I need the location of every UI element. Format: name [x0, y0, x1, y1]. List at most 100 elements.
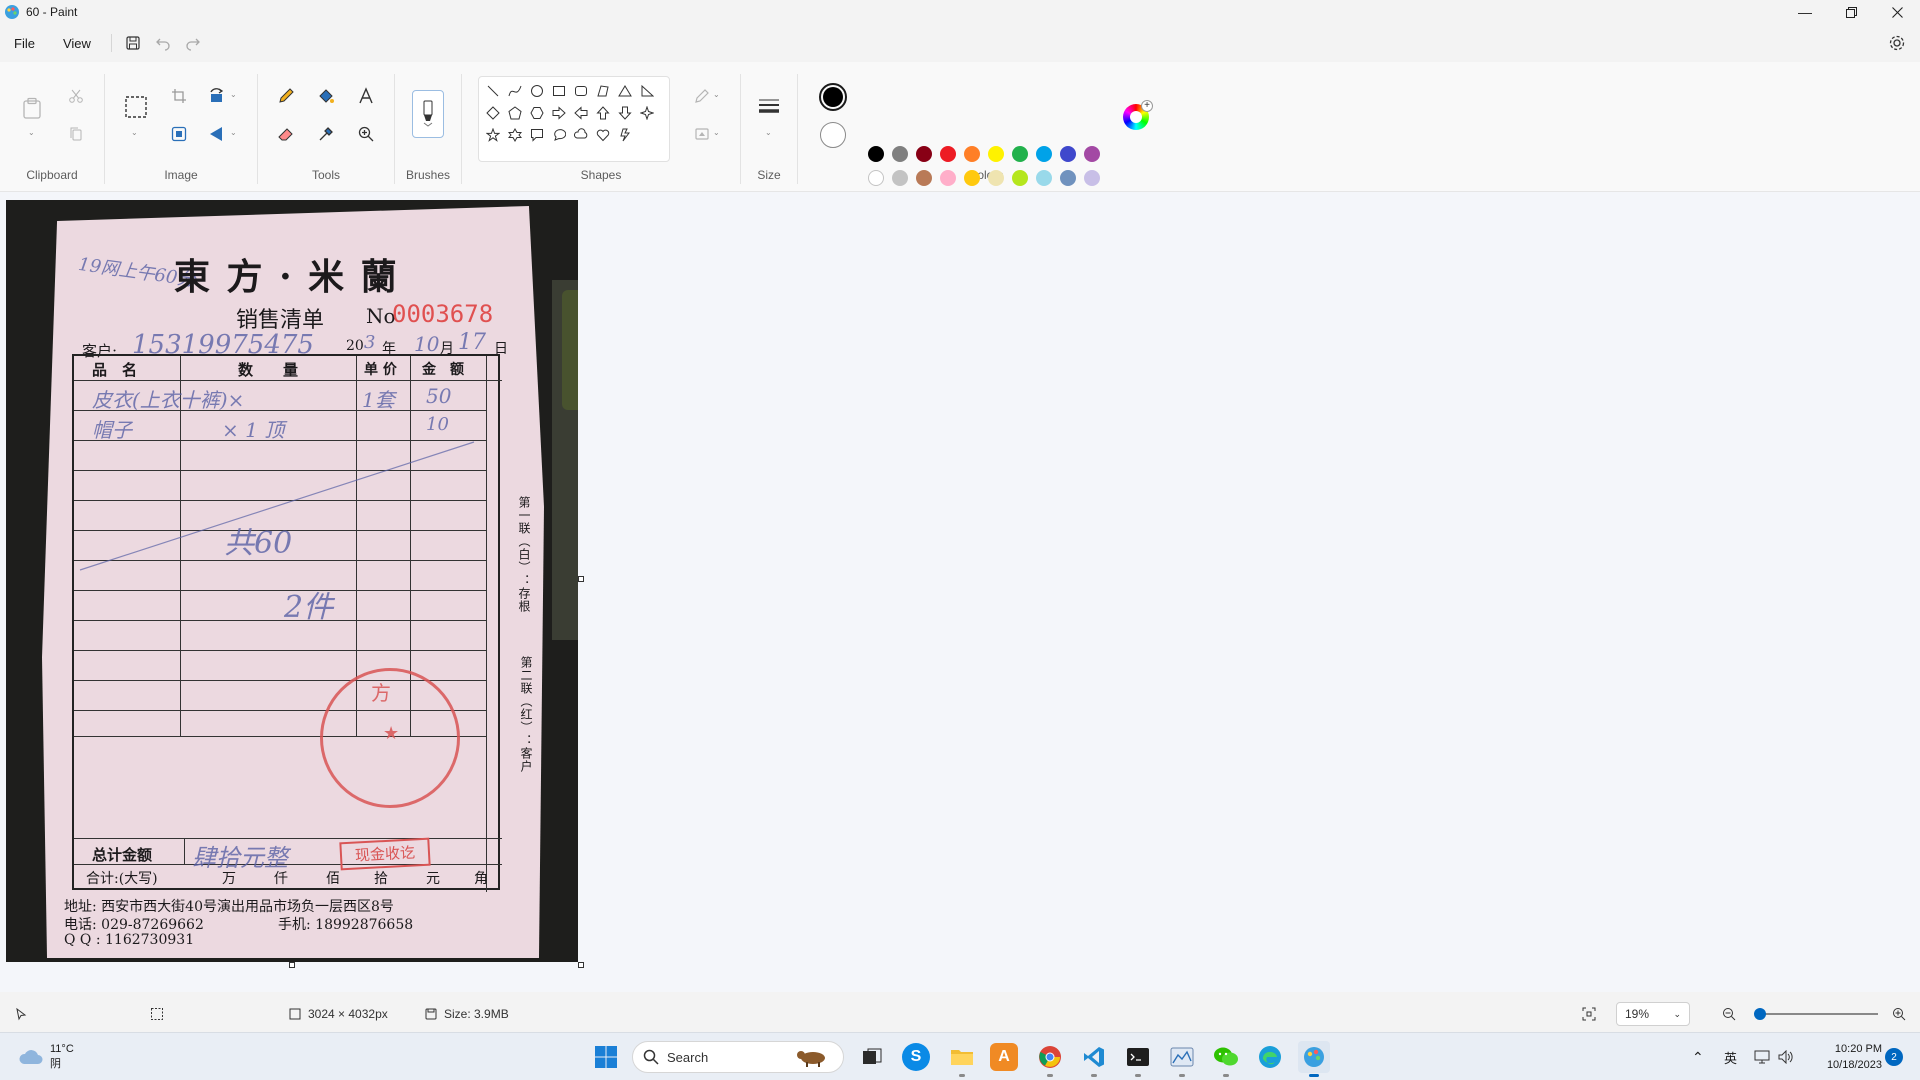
rectangular-callout-shape-button[interactable]	[527, 125, 547, 145]
polygon-shape-button[interactable]	[593, 81, 613, 101]
chrome-app[interactable]	[1034, 1041, 1066, 1077]
lightning-shape-button[interactable]	[615, 125, 635, 145]
outline-dropdown-chevron-icon[interactable]: ⌄	[713, 90, 720, 99]
six-point-star-shape-button[interactable]	[505, 125, 525, 145]
paste-button[interactable]	[18, 94, 46, 122]
canvas-resize-handle-corner[interactable]	[578, 962, 584, 968]
zoom-slider-thumb[interactable]	[1754, 1008, 1766, 1020]
close-button[interactable]	[1874, 0, 1920, 24]
clock[interactable]: 10:20 PM 10/18/2023	[1812, 1041, 1882, 1073]
up-arrow-shape-button[interactable]	[593, 103, 613, 123]
text-button[interactable]	[352, 82, 380, 110]
cut-button[interactable]	[62, 82, 90, 110]
system-tray-icons[interactable]	[1754, 1033, 1794, 1080]
color-swatch[interactable]	[1084, 170, 1100, 186]
oval-callout-shape-button[interactable]	[549, 125, 569, 145]
paste-dropdown-chevron-icon[interactable]: ⌄	[28, 128, 35, 137]
weather-widget[interactable]: 11°C 阴	[18, 1033, 74, 1080]
crop-button[interactable]	[165, 82, 193, 110]
minimize-button[interactable]: —	[1782, 0, 1828, 24]
hexagon-shape-button[interactable]	[527, 103, 547, 123]
color-swatch[interactable]	[916, 170, 932, 186]
task-view-button[interactable]	[856, 1041, 888, 1073]
menu-file[interactable]: File	[0, 29, 49, 57]
eraser-button[interactable]	[272, 120, 300, 148]
flip-dropdown-chevron-icon[interactable]: ⌄	[230, 128, 237, 137]
line-shape-button[interactable]	[483, 81, 503, 101]
triangle-shape-button[interactable]	[615, 81, 635, 101]
zoom-dropdown[interactable]: 19% ⌄	[1616, 1002, 1690, 1026]
color-swatch[interactable]	[1084, 146, 1100, 162]
color-swatch[interactable]	[916, 146, 932, 162]
cloud-callout-shape-button[interactable]	[571, 125, 591, 145]
color-swatch[interactable]	[1036, 146, 1052, 162]
oval-shape-button[interactable]	[527, 81, 547, 101]
color-swatch[interactable]	[1012, 146, 1028, 162]
color-swatch[interactable]	[988, 146, 1004, 162]
system-monitor-app[interactable]	[1166, 1041, 1198, 1077]
fill-style-dropdown-chevron-icon[interactable]: ⌄	[713, 128, 720, 137]
heart-shape-button[interactable]	[593, 125, 613, 145]
canvas-resize-handle-right[interactable]	[578, 576, 584, 582]
restore-button[interactable]	[1828, 0, 1874, 24]
input-method-indicator[interactable]: 英	[1724, 1033, 1737, 1080]
color-swatch[interactable]	[1036, 170, 1052, 186]
color-swatch[interactable]	[892, 170, 908, 186]
color-swatch[interactable]	[1060, 170, 1076, 186]
color-swatch[interactable]	[940, 170, 956, 186]
size-button[interactable]	[755, 92, 783, 120]
primary-color-swatch[interactable]	[819, 83, 847, 111]
color-swatch[interactable]	[868, 146, 884, 162]
rounded-rectangle-shape-button[interactable]	[571, 81, 591, 101]
size-dropdown-chevron-icon[interactable]: ⌄	[765, 128, 772, 137]
copy-button[interactable]	[62, 120, 90, 148]
color-swatch[interactable]	[988, 170, 1004, 186]
color-swatch[interactable]	[868, 170, 884, 186]
right-arrow-shape-button[interactable]	[549, 103, 569, 123]
secondary-color-swatch[interactable]	[820, 122, 846, 148]
rotate-dropdown-chevron-icon[interactable]: ⌄	[230, 90, 237, 99]
color-swatch[interactable]	[1060, 146, 1076, 162]
color-picker-button[interactable]	[312, 120, 340, 148]
wechat-app[interactable]	[1210, 1041, 1242, 1077]
settings-button[interactable]	[1884, 30, 1910, 56]
four-point-star-shape-button[interactable]	[637, 103, 657, 123]
canvas-resize-handle-bottom[interactable]	[289, 962, 295, 968]
flip-button[interactable]	[203, 120, 231, 148]
save-button[interactable]	[118, 29, 148, 57]
undo-button[interactable]	[148, 29, 178, 57]
edge-app[interactable]	[1254, 1041, 1286, 1073]
diamond-shape-button[interactable]	[483, 103, 503, 123]
color-swatch[interactable]	[940, 146, 956, 162]
fill-style-button[interactable]	[688, 120, 716, 148]
paint-app[interactable]	[1298, 1041, 1330, 1077]
down-arrow-shape-button[interactable]	[615, 103, 635, 123]
curve-shape-button[interactable]	[505, 81, 525, 101]
notification-badge[interactable]: 2	[1885, 1048, 1903, 1066]
show-hidden-icons-button[interactable]: ⌃	[1692, 1033, 1704, 1080]
vscode-app[interactable]	[1078, 1041, 1110, 1077]
magnifier-button[interactable]	[352, 120, 380, 148]
right-triangle-shape-button[interactable]	[637, 81, 657, 101]
select-dropdown-chevron-icon[interactable]: ⌄	[131, 128, 138, 137]
pentagon-shape-button[interactable]	[505, 103, 525, 123]
rectangle-shape-button[interactable]	[549, 81, 569, 101]
left-arrow-shape-button[interactable]	[571, 103, 591, 123]
color-swatch[interactable]	[892, 146, 908, 162]
drawing-canvas[interactable]: 19网上午60分 東 方 · 米 蘭 销售清单 No 0003678 客户: 1…	[6, 200, 578, 962]
zoom-out-button[interactable]	[1722, 1000, 1736, 1028]
skype-app[interactable]: S	[902, 1043, 930, 1071]
taskbar-search-box[interactable]: Search	[632, 1041, 844, 1073]
outline-button[interactable]	[688, 82, 716, 110]
edit-colors-button[interactable]: +	[1123, 100, 1153, 130]
file-explorer-app[interactable]	[946, 1041, 978, 1077]
menu-view[interactable]: View	[49, 29, 105, 57]
fill-button[interactable]	[312, 82, 340, 110]
color-swatch[interactable]	[964, 146, 980, 162]
rotate-button[interactable]	[203, 82, 231, 110]
redo-button[interactable]	[178, 29, 208, 57]
resize-button[interactable]	[165, 120, 193, 148]
select-button[interactable]	[119, 90, 153, 124]
five-point-star-shape-button[interactable]	[483, 125, 503, 145]
terminal-app[interactable]	[1122, 1041, 1154, 1077]
